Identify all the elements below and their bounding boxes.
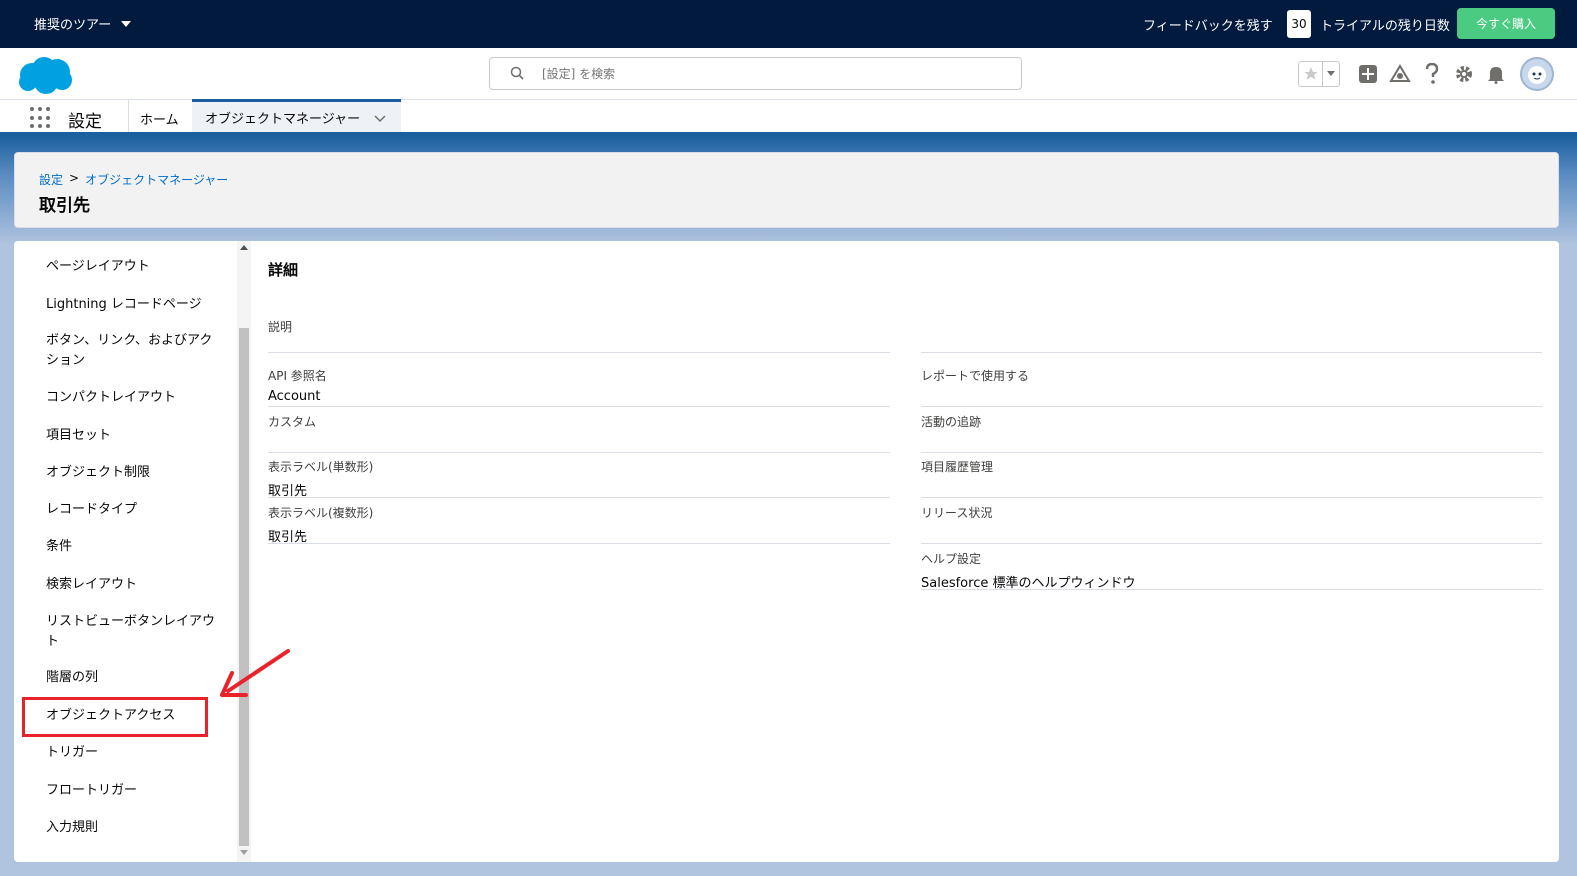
trial-days-badge: 30	[1287, 10, 1311, 38]
tab-object-manager-label: オブジェクトマネージャー	[205, 111, 361, 127]
field-label-singular: 表示ラベル(単数形) 取引先	[268, 458, 890, 499]
tab-home[interactable]: ホーム	[140, 109, 179, 128]
breadcrumb: 設定 > オブジェクトマネージャー	[39, 171, 228, 188]
feedback-link[interactable]: フィードバックを残す	[1143, 15, 1273, 34]
details-heading: 詳細	[268, 261, 299, 279]
field-value: Salesforce 標準のヘルプウィンドウ	[921, 576, 1136, 591]
chevron-down-icon[interactable]	[1323, 70, 1339, 78]
object-sidebar-nav: ページレイアウト Lightning レコードページ ボタン、リンク、およびアク…	[14, 241, 238, 862]
header-actions	[1298, 57, 1554, 91]
field-label: 表示ラベル(単数形)	[268, 460, 374, 474]
field-label: 表示ラベル(複数形)	[268, 506, 374, 520]
search-input[interactable]	[542, 66, 982, 81]
field-label: ヘルプ設定	[921, 552, 982, 566]
recommended-tours-menu[interactable]: 推奨のツアー	[34, 14, 132, 33]
trial-days-label: トライアルの残り日数	[1320, 19, 1450, 34]
annotation-arrow	[220, 649, 290, 697]
field-track-history: 項目履歴管理	[921, 458, 1542, 498]
scrollbar-thumb[interactable]	[239, 328, 249, 846]
global-header	[0, 48, 1577, 100]
sidebar-item-field-sets[interactable]: 項目セット	[46, 426, 216, 446]
caret-down-icon	[121, 20, 132, 27]
favorites-control[interactable]	[1298, 61, 1340, 87]
sidebar-item-triggers[interactable]: トリガー	[46, 743, 216, 763]
annotation-highlight-box	[22, 697, 208, 737]
sidebar-item-lightning-record-pages[interactable]: Lightning レコードページ	[46, 295, 216, 315]
field-value: 取引先	[268, 530, 308, 545]
sidebar-item-object-limits[interactable]: オブジェクト制限	[46, 463, 216, 483]
gear-icon[interactable]	[1452, 62, 1476, 86]
sidebar-scrollbar[interactable]	[237, 241, 251, 862]
field-custom: カスタム	[268, 413, 890, 453]
sidebar-item-conditions[interactable]: 条件	[46, 537, 216, 557]
sidebar-item-flow-triggers[interactable]: フロートリガー	[46, 781, 216, 801]
field-description: 説明	[268, 318, 890, 353]
sidebar-item-search-layouts[interactable]: 検索レイアウト	[46, 575, 216, 595]
field-label: 項目履歴管理	[921, 460, 994, 474]
field-value: Account	[268, 389, 321, 404]
field-label-plural: 表示ラベル(複数形) 取引先	[268, 504, 890, 545]
field-right-blank	[921, 318, 1542, 353]
avatar[interactable]	[1520, 57, 1554, 91]
field-label: 活動の追跡	[921, 415, 982, 429]
tab-object-manager[interactable]: オブジェクトマネージャー	[192, 99, 401, 132]
nav-divider	[128, 100, 129, 132]
field-value: 取引先	[268, 484, 308, 499]
field-label: レポートで使用する	[921, 369, 1030, 383]
field-api-name: API 参照名 Account	[268, 367, 890, 407]
sidebar-item-compact-layouts[interactable]: コンパクトレイアウト	[46, 388, 216, 408]
sidebar-item-buttons-links-actions[interactable]: ボタン、リンク、およびアクション	[46, 331, 216, 371]
search-icon	[510, 66, 526, 82]
page-header: 設定 > オブジェクトマネージャー 取引先	[14, 152, 1559, 228]
breadcrumb-setup-link[interactable]: 設定	[39, 171, 63, 188]
help-icon[interactable]	[1420, 62, 1444, 86]
salesforce-cloud-logo[interactable]	[16, 55, 74, 95]
field-track-activities: 活動の追跡	[921, 413, 1542, 453]
sidebar-item-list-view-button-layout[interactable]: リストビューボタンレイアウト	[46, 612, 216, 652]
field-allow-reports: レポートで使用する	[921, 367, 1542, 407]
field-label: API 参照名	[268, 369, 327, 383]
breadcrumb-object-manager-link[interactable]: オブジェクトマネージャー	[85, 171, 228, 188]
app-launcher-waffle-icon[interactable]	[30, 107, 52, 129]
trailhead-icon[interactable]	[1388, 62, 1412, 86]
sidebar-item-hierarchy-columns[interactable]: 階層の列	[46, 668, 216, 688]
add-icon[interactable]	[1356, 62, 1380, 86]
main-panel: ページレイアウト Lightning レコードページ ボタン、リンク、およびアク…	[14, 241, 1559, 862]
top-trial-bar: 推奨のツアー フィードバックを残す 30 トライアルの残り日数 今すぐ購入	[0, 0, 1577, 48]
field-label: 説明	[268, 320, 293, 334]
scroll-down-arrow-icon[interactable]	[240, 850, 248, 855]
field-label: カスタム	[268, 415, 317, 429]
setup-search-box[interactable]	[489, 57, 1022, 90]
field-deployment-status: リリース状況	[921, 504, 1542, 544]
tour-label: 推奨のツアー	[34, 18, 112, 33]
page-title: 取引先	[39, 196, 90, 216]
chevron-down-icon[interactable]	[374, 112, 386, 123]
field-help-settings: ヘルプ設定 Salesforce 標準のヘルプウィンドウ	[921, 550, 1542, 591]
sidebar-item-validation-rules[interactable]: 入力規則	[46, 818, 216, 838]
sidebar-item-page-layouts[interactable]: ページレイアウト	[46, 257, 216, 277]
star-icon[interactable]	[1299, 62, 1323, 86]
scroll-up-arrow-icon[interactable]	[240, 245, 248, 250]
app-name: 設定	[68, 112, 102, 132]
buy-now-button[interactable]: 今すぐ購入	[1457, 8, 1555, 39]
app-navigation: 設定 ホーム オブジェクトマネージャー	[0, 99, 1577, 135]
bell-icon[interactable]	[1484, 62, 1508, 86]
field-label: リリース状況	[921, 506, 993, 520]
breadcrumb-separator: >	[69, 171, 80, 185]
sidebar-item-record-types[interactable]: レコードタイプ	[46, 500, 216, 520]
